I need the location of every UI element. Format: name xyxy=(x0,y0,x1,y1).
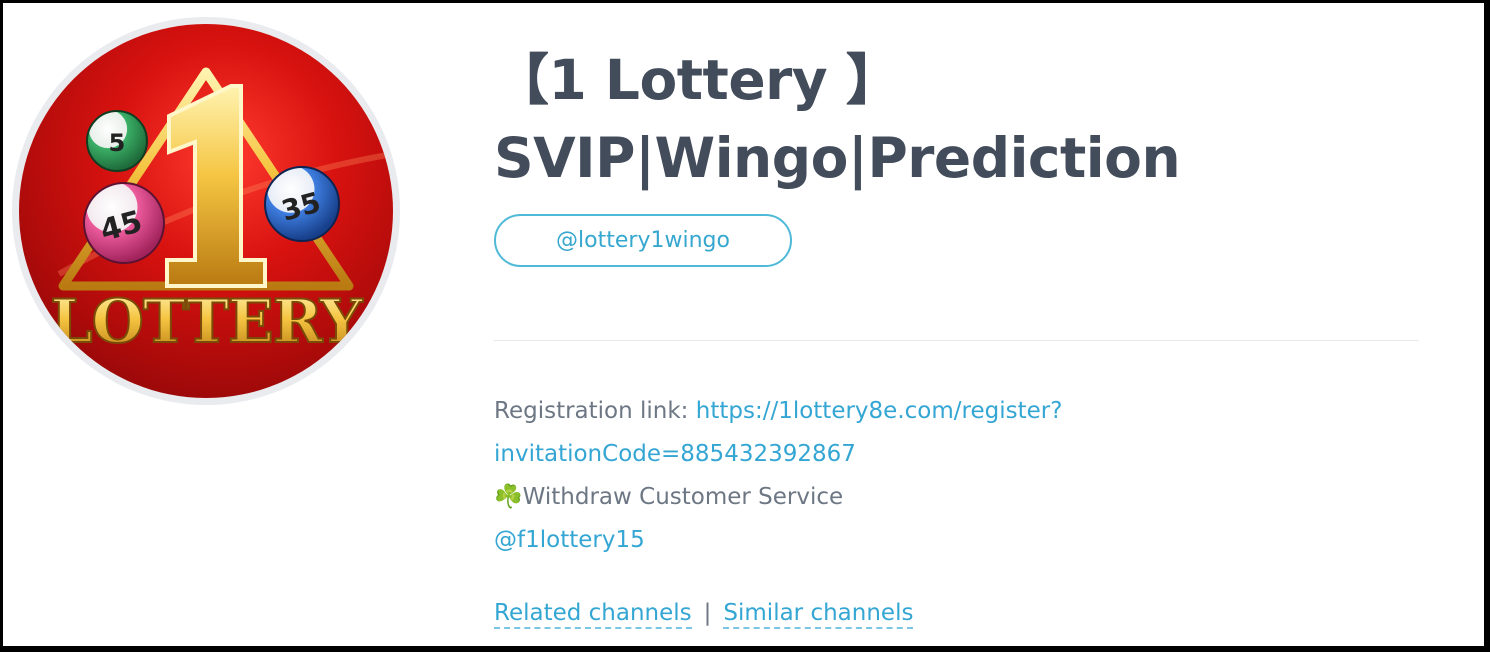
service-handle-link[interactable]: @f1lottery15 xyxy=(494,527,645,553)
divider xyxy=(494,340,1419,341)
channel-preview-card: 5 45 35 LOTTERY 【1 Lottery 】 SVIP|Wingo|… xyxy=(3,3,1484,646)
similar-channels-link[interactable]: Similar channels xyxy=(723,600,914,629)
channel-avatar: 5 45 35 LOTTERY xyxy=(12,17,400,405)
service-handle-line: @f1lottery15 xyxy=(494,519,1424,562)
lottery-logo-icon: 5 45 35 LOTTERY xyxy=(19,24,393,398)
service-text: Withdraw Customer Service xyxy=(522,484,844,510)
nav-separator: | xyxy=(703,600,712,626)
clover-icon: ☘️ xyxy=(494,484,523,510)
registration-link[interactable]: https://1lottery8e.com/register? xyxy=(696,398,1063,424)
channel-title-line2: SVIP|Wingo|Prediction xyxy=(494,126,1181,190)
related-channels-link[interactable]: Related channels xyxy=(494,600,692,629)
registration-line: Registration link: https://1lottery8e.co… xyxy=(494,390,1424,433)
channel-description: Registration link: https://1lottery8e.co… xyxy=(494,390,1424,562)
channel-nav: Related channels | Similar channels xyxy=(494,596,914,630)
channel-title: 【1 Lottery 】 SVIP|Wingo|Prediction xyxy=(494,41,1454,197)
registration-label: Registration link: xyxy=(494,398,696,424)
channel-title-line1: 【1 Lottery 】 xyxy=(494,48,901,112)
channel-username-button[interactable]: @lottery1wingo xyxy=(494,214,792,267)
svg-text:5: 5 xyxy=(109,129,126,157)
service-line: ☘️Withdraw Customer Service xyxy=(494,476,1424,519)
svg-text:LOTTERY: LOTTERY xyxy=(50,287,363,357)
registration-link-continued[interactable]: invitationCode=885432392867 xyxy=(494,441,856,467)
registration-link-continued-line: invitationCode=885432392867 xyxy=(494,433,1424,476)
ball-5: 5 xyxy=(86,110,148,172)
